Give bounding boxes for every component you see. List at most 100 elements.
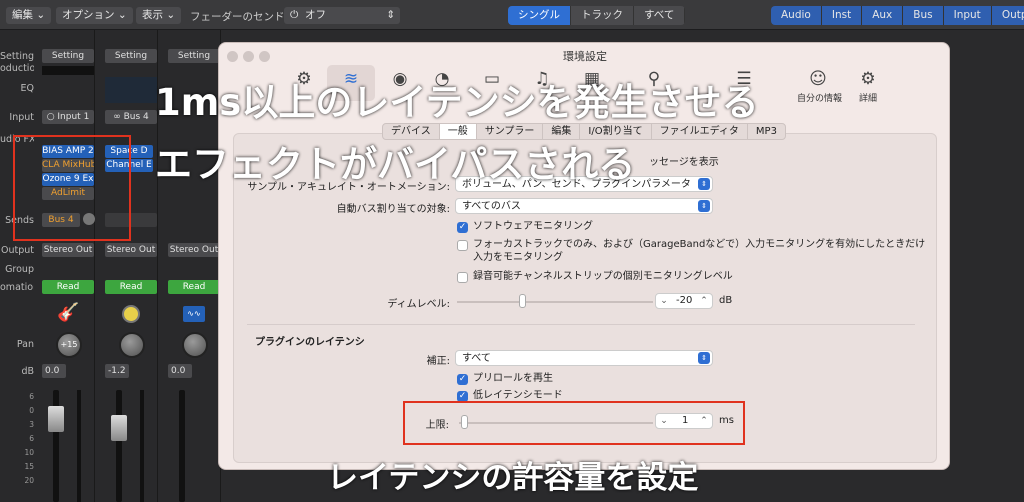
chevron-down-icon[interactable]: ⌄ <box>658 294 670 308</box>
volume-fader[interactable] <box>48 406 64 432</box>
toolbar-label-my-info: 自分の情報 <box>797 94 843 104</box>
auto-bus-value: すべてのバス <box>462 201 521 212</box>
channel-strip-1: Setting ○ Input 1 BIAS AMP 2 CLA MixHub … <box>39 30 95 502</box>
focus-track-label-line2: 入力をモニタリング <box>473 252 563 263</box>
input-button[interactable]: ∞ Bus 4 <box>105 110 157 124</box>
tab-mp3[interactable]: MP3 <box>748 124 785 139</box>
dim-level-value: -20 <box>676 295 693 306</box>
row-label-pan: Pan <box>16 339 34 350</box>
production-slot <box>42 66 94 75</box>
filter-input[interactable]: Input <box>944 6 992 25</box>
db-readout: -1.2 <box>105 364 129 378</box>
annotation-box-plugins <box>13 135 131 241</box>
auto-bus-popup[interactable]: すべてのバス ⇕ <box>455 198 713 214</box>
dim-level-slider-track <box>457 301 653 303</box>
record-monitoring-label: 録音可能チャンネルストリップの個別モニタリングレベル <box>473 271 733 282</box>
dim-level-unit: dB <box>719 295 733 306</box>
advanced-gear-icon[interactable]: ⚙ <box>857 68 879 90</box>
pan-knob[interactable] <box>182 332 208 358</box>
preroll-checkbox[interactable]: ✓ <box>457 374 468 385</box>
view-mode-segment: シングル トラック すべて <box>508 6 686 25</box>
level-meter <box>77 390 81 502</box>
latency-section-title: プラグインのレイテンシ <box>255 337 365 348</box>
input-label: Bus 4 <box>123 112 149 122</box>
level-meter <box>140 390 144 502</box>
focus-track-checkbox[interactable] <box>457 240 468 251</box>
row-label-db: dB <box>21 366 34 377</box>
row-label-eq: EQ <box>20 83 34 94</box>
scale-tick: 6 <box>29 434 34 443</box>
toolbar-label-advanced: 詳細 <box>859 94 878 104</box>
view-mode-single[interactable]: シングル <box>508 6 571 25</box>
edit-menu[interactable]: 編集 ⌄ <box>6 7 52 24</box>
section-divider <box>247 324 915 325</box>
setting-button[interactable]: Setting <box>168 49 220 63</box>
user-icon[interactable]: ☺ <box>807 68 829 90</box>
filter-bus[interactable]: Bus <box>903 6 944 25</box>
scale-tick: 15 <box>24 462 34 471</box>
tab-file-editor[interactable]: ファイルエディタ <box>652 124 748 139</box>
output-button[interactable]: Stereo Out <box>168 243 220 257</box>
annotation-headline-1: 1ms以上のレイテンシを発生させる <box>155 81 759 124</box>
filter-aux[interactable]: Aux <box>862 6 904 25</box>
automation-mode-button[interactable]: Read <box>105 280 157 294</box>
eq-thumbnail[interactable] <box>105 77 157 103</box>
scale-tick: 6 <box>29 392 34 401</box>
filter-inst[interactable]: Inst <box>822 6 863 25</box>
compensation-label: 補正: <box>426 356 450 367</box>
fader-send-label: フェーダーのセンド: <box>190 11 289 23</box>
view-menu-label: 表示 <box>142 9 163 21</box>
scale-tick: 20 <box>24 476 34 485</box>
annotation-headline-2: エフェクトがバイパスされる <box>155 143 636 186</box>
filter-output[interactable]: Output <box>992 6 1024 25</box>
dim-level-stepper[interactable]: ⌄ -20 ⌃ <box>655 293 713 309</box>
auto-bus-label: 自動バス割り当ての対象: <box>336 204 450 215</box>
row-label-group: Group <box>5 264 34 275</box>
fader-send-popup[interactable]: ⏻ オフ ⇕ <box>284 7 400 24</box>
scale-tick: 10 <box>24 448 34 457</box>
top-toolbar: 編集 ⌄ オプション ⌄ 表示 ⌄ フェーダーのセンド: ⏻ オフ ⇕ シングル … <box>0 0 1024 30</box>
setting-button[interactable]: Setting <box>42 49 94 63</box>
pan-value: +15 <box>60 340 78 349</box>
dim-level-label: ディムレベル: <box>387 299 450 310</box>
db-readout: 0.0 <box>168 364 192 378</box>
view-menu[interactable]: 表示 ⌄ <box>136 7 182 24</box>
volume-fader-track <box>179 390 185 502</box>
automation-mode-button[interactable]: Read <box>42 280 94 294</box>
volume-fader[interactable] <box>111 415 127 441</box>
preroll-label: プリロールを再生 <box>473 373 553 384</box>
partial-message-text: ッセージを表示 <box>649 157 719 168</box>
waveform-icon: ∿∿ <box>183 306 205 322</box>
dim-level-slider[interactable] <box>519 294 526 308</box>
options-menu-label: オプション <box>62 9 115 21</box>
power-icon: ⏻ <box>290 9 299 21</box>
annotation-caption: レイテンシの許容量を設定 <box>327 460 699 496</box>
window-title: 環境設定 <box>563 50 607 63</box>
software-monitoring-label: ソフトウェアモニタリング <box>473 221 593 232</box>
db-readout: 0.0 <box>42 364 66 378</box>
row-label-automation: omation <box>0 282 34 293</box>
output-button[interactable]: Stereo Out <box>42 243 94 257</box>
aux-icon <box>122 305 140 323</box>
chevron-updown-icon: ⇕ <box>698 178 710 190</box>
chevron-up-icon[interactable]: ⌃ <box>698 294 710 308</box>
compensation-popup[interactable]: すべて ⇕ <box>455 350 713 366</box>
input-button[interactable]: ○ Input 1 <box>42 110 94 124</box>
software-monitoring-checkbox[interactable]: ✓ <box>457 222 468 233</box>
filter-audio[interactable]: Audio <box>771 6 822 25</box>
view-mode-all[interactable]: すべて <box>634 6 686 25</box>
row-label-production: oduction <box>0 63 34 74</box>
chevron-updown-icon: ⇕ <box>698 200 710 212</box>
record-monitoring-checkbox[interactable] <box>457 272 468 283</box>
scale-tick: 3 <box>29 420 34 429</box>
guitar-icon: 🎸 <box>57 302 80 323</box>
setting-button[interactable]: Setting <box>105 49 157 63</box>
focus-track-label-line1: フォーカストラックでのみ、および（GarageBandなどで）入力モニタリングを… <box>473 239 926 250</box>
annotation-box-latency-limit <box>403 401 745 445</box>
pan-knob[interactable] <box>119 332 145 358</box>
automation-mode-button[interactable]: Read <box>168 280 220 294</box>
view-mode-track[interactable]: トラック <box>571 6 634 25</box>
row-label-setting: Setting <box>0 51 34 62</box>
options-menu[interactable]: オプション ⌄ <box>56 7 133 24</box>
output-button[interactable]: Stereo Out <box>105 243 157 257</box>
